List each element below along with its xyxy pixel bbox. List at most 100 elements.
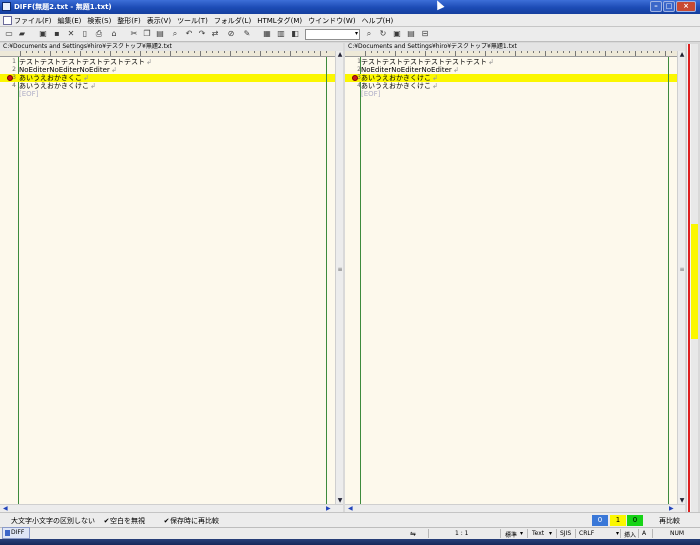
menu-format[interactable]: 整形(F) xyxy=(117,16,141,26)
scroll-up-icon[interactable]: ▲ xyxy=(678,51,686,59)
search-icon[interactable]: ⌕ xyxy=(364,29,374,39)
editor-line[interactable]: 3 あいうえおかきくけこ ↲ xyxy=(345,74,677,82)
maximize-button[interactable]: □ xyxy=(663,1,675,12)
left-horizontal-scrollbar[interactable]: ◀ ▶ xyxy=(0,504,343,512)
scroll-up-icon[interactable]: ▲ xyxy=(336,51,344,59)
ruler-tick xyxy=(248,51,249,53)
menu-edit[interactable]: 編集(E) xyxy=(58,16,82,26)
scroll-thumb[interactable]: ≡ xyxy=(337,266,343,276)
right-vertical-scrollbar[interactable]: ▲ ≡ ▼ xyxy=(677,51,685,506)
editor-line[interactable]: 2 NoEditerNoEditerNoEditer ↲ xyxy=(345,66,677,74)
taskbar-diff-button[interactable]: DIFF xyxy=(2,527,30,539)
grid-icon[interactable]: ▦ xyxy=(262,29,272,39)
menu-window[interactable]: ウインドウ(W) xyxy=(308,16,355,26)
option-ignore-space[interactable]: ✔空白を無視 xyxy=(103,516,145,526)
line-ending[interactable]: CRLF xyxy=(579,530,594,537)
editor-line[interactable]: 1 テストテストテストテストテストテスト ↲ xyxy=(0,58,335,66)
editor-line[interactable]: 2 NoEditerNoEditerNoEditer ↲ xyxy=(0,66,335,74)
scissors-icon[interactable]: ✂ xyxy=(129,29,139,39)
find-prev-icon[interactable]: ↶ xyxy=(184,29,194,39)
floppy-icon[interactable]: ▪ xyxy=(52,29,62,39)
chevron-down-icon: ▾ xyxy=(520,530,524,537)
app-menu-icon[interactable] xyxy=(3,16,12,25)
diff-marker-icon[interactable] xyxy=(7,75,13,81)
editor-line[interactable]: [EOF] xyxy=(0,90,335,98)
ruler-tick xyxy=(509,51,510,53)
recompare-button[interactable]: 再比較 xyxy=(659,516,680,526)
option-recompare-on-save[interactable]: ✔保存時に再比較 xyxy=(163,516,219,526)
edit-mode[interactable]: 標準 xyxy=(505,530,517,539)
lock-icon[interactable]: ⌂ xyxy=(109,29,119,39)
pen-icon[interactable]: ✎ xyxy=(242,29,252,39)
scroll-thumb[interactable]: ≡ xyxy=(679,266,685,276)
scroll-right-icon[interactable]: ▶ xyxy=(669,505,674,512)
chevron-down-icon: ▾ xyxy=(549,530,553,537)
layout-icon[interactable]: ▤ xyxy=(406,29,416,39)
diff-marker-icon[interactable] xyxy=(352,75,358,81)
insert-mode: 挿入 xyxy=(624,532,637,539)
menu-view[interactable]: 表示(V) xyxy=(147,16,171,26)
save-icon[interactable]: ▣ xyxy=(38,29,48,39)
new-file-icon[interactable]: ▭ xyxy=(4,29,14,39)
diff-overview-bar[interactable] xyxy=(686,44,698,512)
ruler-tick xyxy=(371,51,372,53)
ruler-tick xyxy=(485,51,486,56)
toolbar-combo[interactable]: ▾ xyxy=(305,29,360,40)
editor-line[interactable]: 3 あいうえおかきくこ ↲ xyxy=(0,74,335,82)
ruler-tick xyxy=(164,51,165,53)
editor-line[interactable]: 4 あいうえおかきくけこ ↲ xyxy=(345,82,677,90)
find-next-icon[interactable]: ↷ xyxy=(197,29,207,39)
close-button[interactable]: × xyxy=(676,1,696,12)
encoding[interactable]: SJIS xyxy=(560,530,571,537)
file-type[interactable]: Text xyxy=(532,530,544,537)
ruler-tick xyxy=(152,51,153,53)
ruler-tick xyxy=(653,51,654,53)
tag-icon[interactable]: ⊘ xyxy=(226,29,236,39)
editor-line[interactable]: 4 あいうえおかきくけこ ↲ xyxy=(0,82,335,90)
right-editor[interactable]: 1 テストテストテストテストテストテスト ↲ 2 NoEditerNoEditerNoE… xyxy=(345,57,677,504)
diff-map-highlight[interactable] xyxy=(691,224,698,339)
ruler-tick xyxy=(401,51,402,53)
split-icon[interactable]: ⊟ xyxy=(420,29,430,39)
menu-search[interactable]: 検索(S) xyxy=(87,16,111,26)
menu-folder[interactable]: フォルダ(L) xyxy=(214,16,251,26)
ruler-tick xyxy=(236,51,237,53)
refresh-icon[interactable]: ↻ xyxy=(378,29,388,39)
ruler-tick xyxy=(623,51,624,53)
copy-icon[interactable]: ❐ xyxy=(142,29,152,39)
left-vertical-scrollbar[interactable]: ▲ ≡ ▼ xyxy=(335,51,343,506)
menu-html-tag[interactable]: HTMLタグ(M) xyxy=(257,16,302,26)
menu-file[interactable]: ファイル(F) xyxy=(14,16,52,26)
replace-icon[interactable]: ⇄ xyxy=(210,29,220,39)
app-icon xyxy=(5,530,10,536)
mouse-cursor-icon xyxy=(433,0,445,11)
scroll-left-icon[interactable]: ◀ xyxy=(3,505,8,512)
cut-icon[interactable]: ✕ xyxy=(66,29,76,39)
ruler-tick xyxy=(389,51,390,53)
ruler-tick xyxy=(479,51,480,53)
check-icon[interactable]: ✔ xyxy=(163,517,170,525)
editor-line[interactable]: 1 テストテストテストテストテストテスト ↲ xyxy=(345,58,677,66)
menu-tools[interactable]: ツール(T) xyxy=(177,16,208,26)
check-icon[interactable]: ✔ xyxy=(103,517,110,525)
right-horizontal-scrollbar[interactable]: ◀ ▶ xyxy=(345,504,685,512)
title-bar[interactable]: DIFF(無題2.txt - 無題1.txt) – □ × xyxy=(0,0,700,14)
menu-help[interactable]: ヘルプ(H) xyxy=(362,16,394,26)
book-icon[interactable]: ▥ xyxy=(276,29,286,39)
scroll-right-icon[interactable]: ▶ xyxy=(326,505,331,512)
window-icon[interactable]: ▣ xyxy=(392,29,402,39)
find-icon[interactable]: ⌕ xyxy=(170,29,180,39)
scroll-left-icon[interactable]: ◀ xyxy=(348,505,353,512)
ruler-tick xyxy=(503,51,504,53)
editor-line[interactable]: [EOF] xyxy=(345,90,677,98)
minimize-button[interactable]: – xyxy=(650,1,662,12)
chart-icon[interactable]: ◧ xyxy=(290,29,300,39)
paste-icon[interactable]: ▤ xyxy=(155,29,165,39)
ime-mode: A xyxy=(642,530,647,537)
left-editor[interactable]: 1 テストテストテストテストテストテスト ↲ 2 NoEditerNoEditerNoE… xyxy=(0,57,335,504)
option-ignore-case[interactable]: 大文字小文字の区別しない xyxy=(4,516,95,526)
open-folder-icon[interactable]: ▰ xyxy=(17,29,27,39)
print-icon[interactable]: ⎙ xyxy=(94,29,104,39)
ruler-tick xyxy=(569,51,570,53)
new-doc-icon[interactable]: ▯ xyxy=(80,29,90,39)
